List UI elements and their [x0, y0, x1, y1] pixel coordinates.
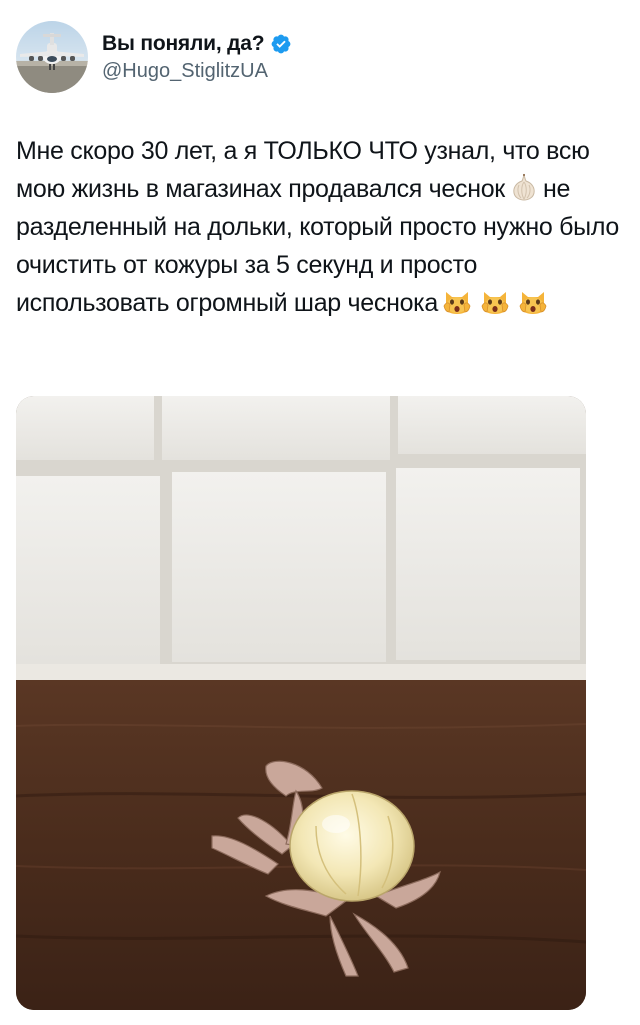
tweet-header: Вы поняли, да? @Hugo_StiglitzUA — [16, 18, 624, 96]
weary-cat-emoji — [443, 292, 471, 314]
tweet-text: Мне скоро 30 лет, а я ТОЛЬКО ЧТО узнал, … — [16, 132, 626, 322]
author-handle[interactable]: @Hugo_StiglitzUA — [102, 60, 292, 83]
weary-cat-emoji — [481, 292, 509, 314]
airplane-avatar-icon — [16, 33, 88, 93]
author-avatar[interactable] — [16, 21, 88, 93]
tweet-text-part-1: Мне скоро 30 лет, а я ТОЛЬКО ЧТО узнал, … — [16, 137, 590, 203]
author-names: Вы поняли, да? @Hugo_StiglitzUA — [102, 32, 292, 83]
tweet-photo[interactable] — [16, 396, 586, 1010]
garlic-emoji — [513, 173, 535, 201]
weary-cat-emoji — [519, 292, 547, 314]
display-name-row: Вы поняли, да? — [102, 32, 292, 56]
garlic-bulb-photo — [16, 396, 586, 1010]
display-name[interactable]: Вы поняли, да? — [102, 32, 265, 56]
verified-badge-icon — [271, 34, 291, 53]
